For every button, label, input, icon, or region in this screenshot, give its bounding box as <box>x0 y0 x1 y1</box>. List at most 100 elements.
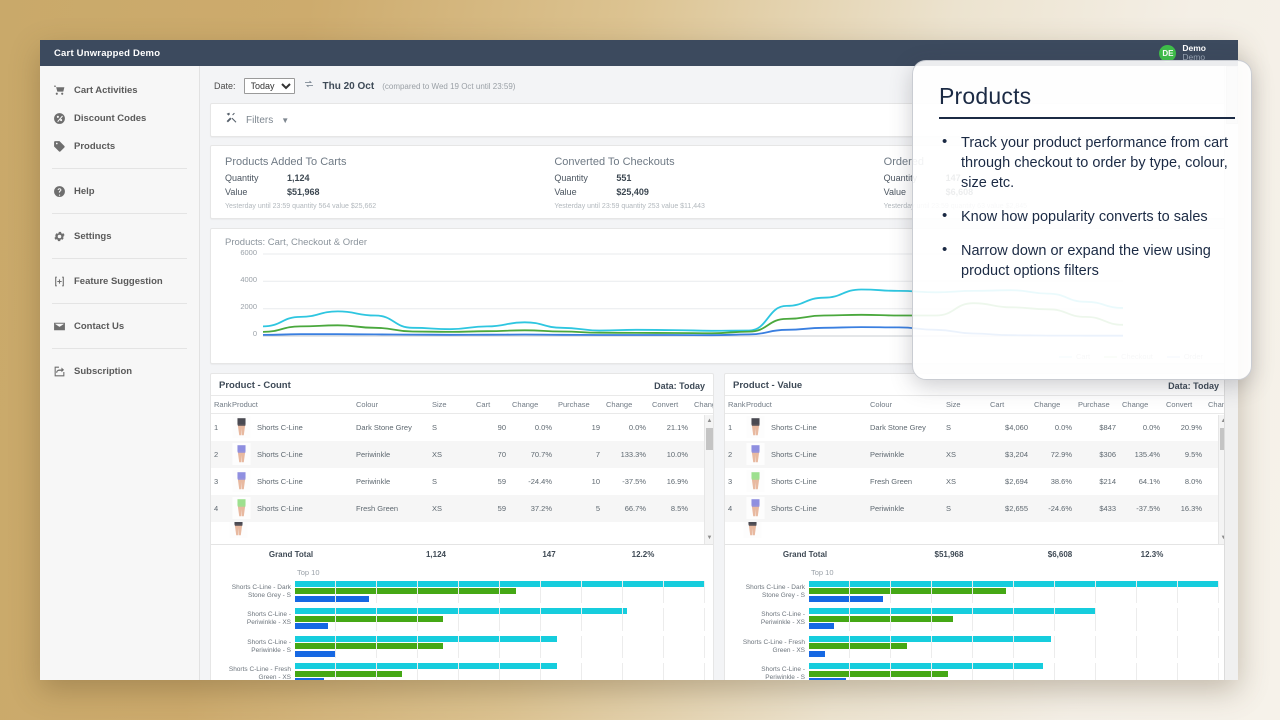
col-rank[interactable]: Rank <box>211 396 232 414</box>
col-rank[interactable]: Rank <box>725 396 746 414</box>
cell-cart-change: 0.0% <box>534 422 552 432</box>
bar-track <box>295 580 705 603</box>
col-product[interactable]: Product <box>743 396 867 414</box>
cell-cart-change: 0.0% <box>1054 422 1072 432</box>
col-convert-change[interactable]: Change <box>691 396 713 414</box>
col-colour[interactable]: Colour <box>867 396 943 414</box>
cell-colour: Periwinkle <box>867 440 943 468</box>
panel-data-label: Data: Today <box>1168 380 1219 391</box>
discount-icon <box>52 111 66 125</box>
col-product[interactable]: Product <box>229 396 353 414</box>
cell-size: S <box>432 422 438 432</box>
cell-colour: Periwinkle <box>356 476 391 486</box>
panel-header: Product - Count Data: Today <box>211 374 713 396</box>
bar-track <box>295 608 705 631</box>
bar-cart <box>295 663 558 669</box>
bar-track <box>809 580 1219 603</box>
stat-value-value: $51,968 <box>287 186 320 197</box>
panel-product-value: Product - Value Data: Today Rank Product… <box>724 373 1228 680</box>
col-convert[interactable]: Convert <box>649 396 691 414</box>
sidebar-item-help[interactable]: Help <box>40 177 199 205</box>
panel-product-count: Product - Count Data: Today Rank Product… <box>210 373 714 680</box>
scrollbar-thumb[interactable] <box>706 428 713 450</box>
bar-cart <box>809 580 1219 587</box>
table-row[interactable]: 4 Shorts C-Line Fresh Green XS 59 37.2% 5 66.7%… <box>211 494 713 522</box>
sidebar-item-settings[interactable]: Settings <box>40 222 199 250</box>
cell-size: XS <box>946 476 957 486</box>
table-row[interactable]: 3 Shorts C-Line Periwinkle S 59 -24.4% 10 -37.5… <box>211 468 713 495</box>
product-count-table: Rank Product Colour Size Cart Change Pur… <box>211 396 713 544</box>
table-row[interactable]: 1 Shorts C-Line Dark Stone Grey S 90 0.0% 19 0.… <box>211 414 713 441</box>
col-purchase[interactable]: Purchase <box>1075 396 1119 414</box>
col-purchase-change[interactable]: Change <box>603 396 649 414</box>
col-size[interactable]: Size <box>943 396 987 414</box>
bar-checkout <box>809 615 953 622</box>
bar-groups: Shorts C-Line - Dark Stone Grey - S Short… <box>733 580 1219 680</box>
table-row[interactable]: 3 Shorts C-Line Fresh Green XS $2,694 38.6% $2… <box>725 468 1227 495</box>
col-cart[interactable]: Cart <box>987 396 1031 414</box>
table-vertical-scrollbar[interactable]: ▲ ▼ <box>704 415 713 544</box>
table-row[interactable]: 1 Shorts C-Line Dark Stone Grey S $4,060 0.0%… <box>725 414 1227 441</box>
y-axis-tick: 6000 <box>240 248 257 257</box>
sidebar-item-subscription[interactable]: Subscription <box>40 357 199 385</box>
bar-track <box>295 663 705 680</box>
cell-purchase: 19 <box>591 422 600 432</box>
y-axis-tick: 2000 <box>240 302 257 311</box>
table-header-row: Rank Product Colour Size Cart Change Pur… <box>211 396 713 414</box>
table-row-partial[interactable] <box>211 521 713 544</box>
grand-total-cart: $51,968 <box>934 549 964 559</box>
col-cart-change[interactable]: Change <box>509 396 555 414</box>
sidebar-item-products[interactable]: Products <box>40 132 199 160</box>
divider <box>52 168 187 169</box>
bar-chart-title: Top 10 <box>811 567 834 577</box>
col-cart-change[interactable]: Change <box>1031 396 1075 414</box>
bar-track <box>809 608 1219 631</box>
col-cart[interactable]: Cart <box>473 396 509 414</box>
bar-category-label: Shorts C-Line - Periwinkle - S <box>761 666 805 680</box>
sidebar-item-label: Discount Codes <box>74 112 147 124</box>
bar-order <box>809 650 826 657</box>
col-purchase[interactable]: Purchase <box>555 396 603 414</box>
stat-quantity-label: Quantity <box>225 173 259 183</box>
col-purchase-change[interactable]: Change <box>1119 396 1163 414</box>
sidebar-item-contact-us[interactable]: Contact Us <box>40 312 199 340</box>
sidebar-item-feature-suggestion[interactable]: Feature Suggestion <box>40 267 199 295</box>
col-colour[interactable]: Colour <box>353 396 429 414</box>
cell-product: Shorts C-Line <box>743 494 867 522</box>
divider <box>52 348 187 349</box>
date-range-select[interactable]: Today <box>243 78 295 94</box>
table-row[interactable]: 2 Shorts C-Line Periwinkle XS $3,204 72.9% $30… <box>725 440 1227 468</box>
cell-purchase: 5 <box>555 494 603 522</box>
stat-title: Converted To Checkouts <box>554 156 675 168</box>
refresh-icon[interactable] <box>303 77 315 95</box>
bar-cart <box>809 608 1096 614</box>
grand-total-purchase: 147 <box>542 549 556 559</box>
table-row-partial[interactable] <box>725 521 1227 544</box>
table-row[interactable]: 2 Shorts C-Line Periwinkle XS 70 70.7% 7 133.3%… <box>211 440 713 468</box>
cell-rank: 1 <box>214 422 219 432</box>
chevron-down-icon[interactable]: ▼ <box>281 116 289 125</box>
sidebar-item-label: Products <box>74 140 116 152</box>
bar-cart <box>295 608 628 614</box>
col-convert[interactable]: Convert <box>1163 396 1205 414</box>
cell-size: S <box>432 476 438 486</box>
cell-product: Shorts C-Line <box>743 468 867 495</box>
cell-size: XS <box>429 440 473 468</box>
sidebar-item-cart-activities[interactable]: Cart Activities <box>40 76 199 104</box>
cell-purchase-change: 133.3% <box>603 440 649 468</box>
tag-icon <box>52 139 66 153</box>
date-label: Date: <box>214 81 236 91</box>
sidebar-item-discount-codes[interactable]: Discount Codes <box>40 104 199 132</box>
divider <box>52 303 187 304</box>
product-name: Shorts C-Line <box>257 422 303 432</box>
cell-rank: 2 <box>725 440 743 468</box>
bar-checkout <box>295 588 517 594</box>
col-size[interactable]: Size <box>429 396 473 414</box>
stat-card: Converted To Checkouts Quantity 551 Value… <box>554 156 883 210</box>
scroll-up-icon[interactable]: ▲ <box>706 417 713 425</box>
callout-rule <box>939 117 1235 119</box>
cell-size: S <box>946 422 952 432</box>
table-row[interactable]: 4 Shorts C-Line Periwinkle S $2,655 -24.6% $43… <box>725 494 1227 522</box>
sidebar: Cart Activities Discount Codes Products <box>40 66 200 680</box>
scroll-down-icon[interactable]: ▼ <box>706 534 713 542</box>
